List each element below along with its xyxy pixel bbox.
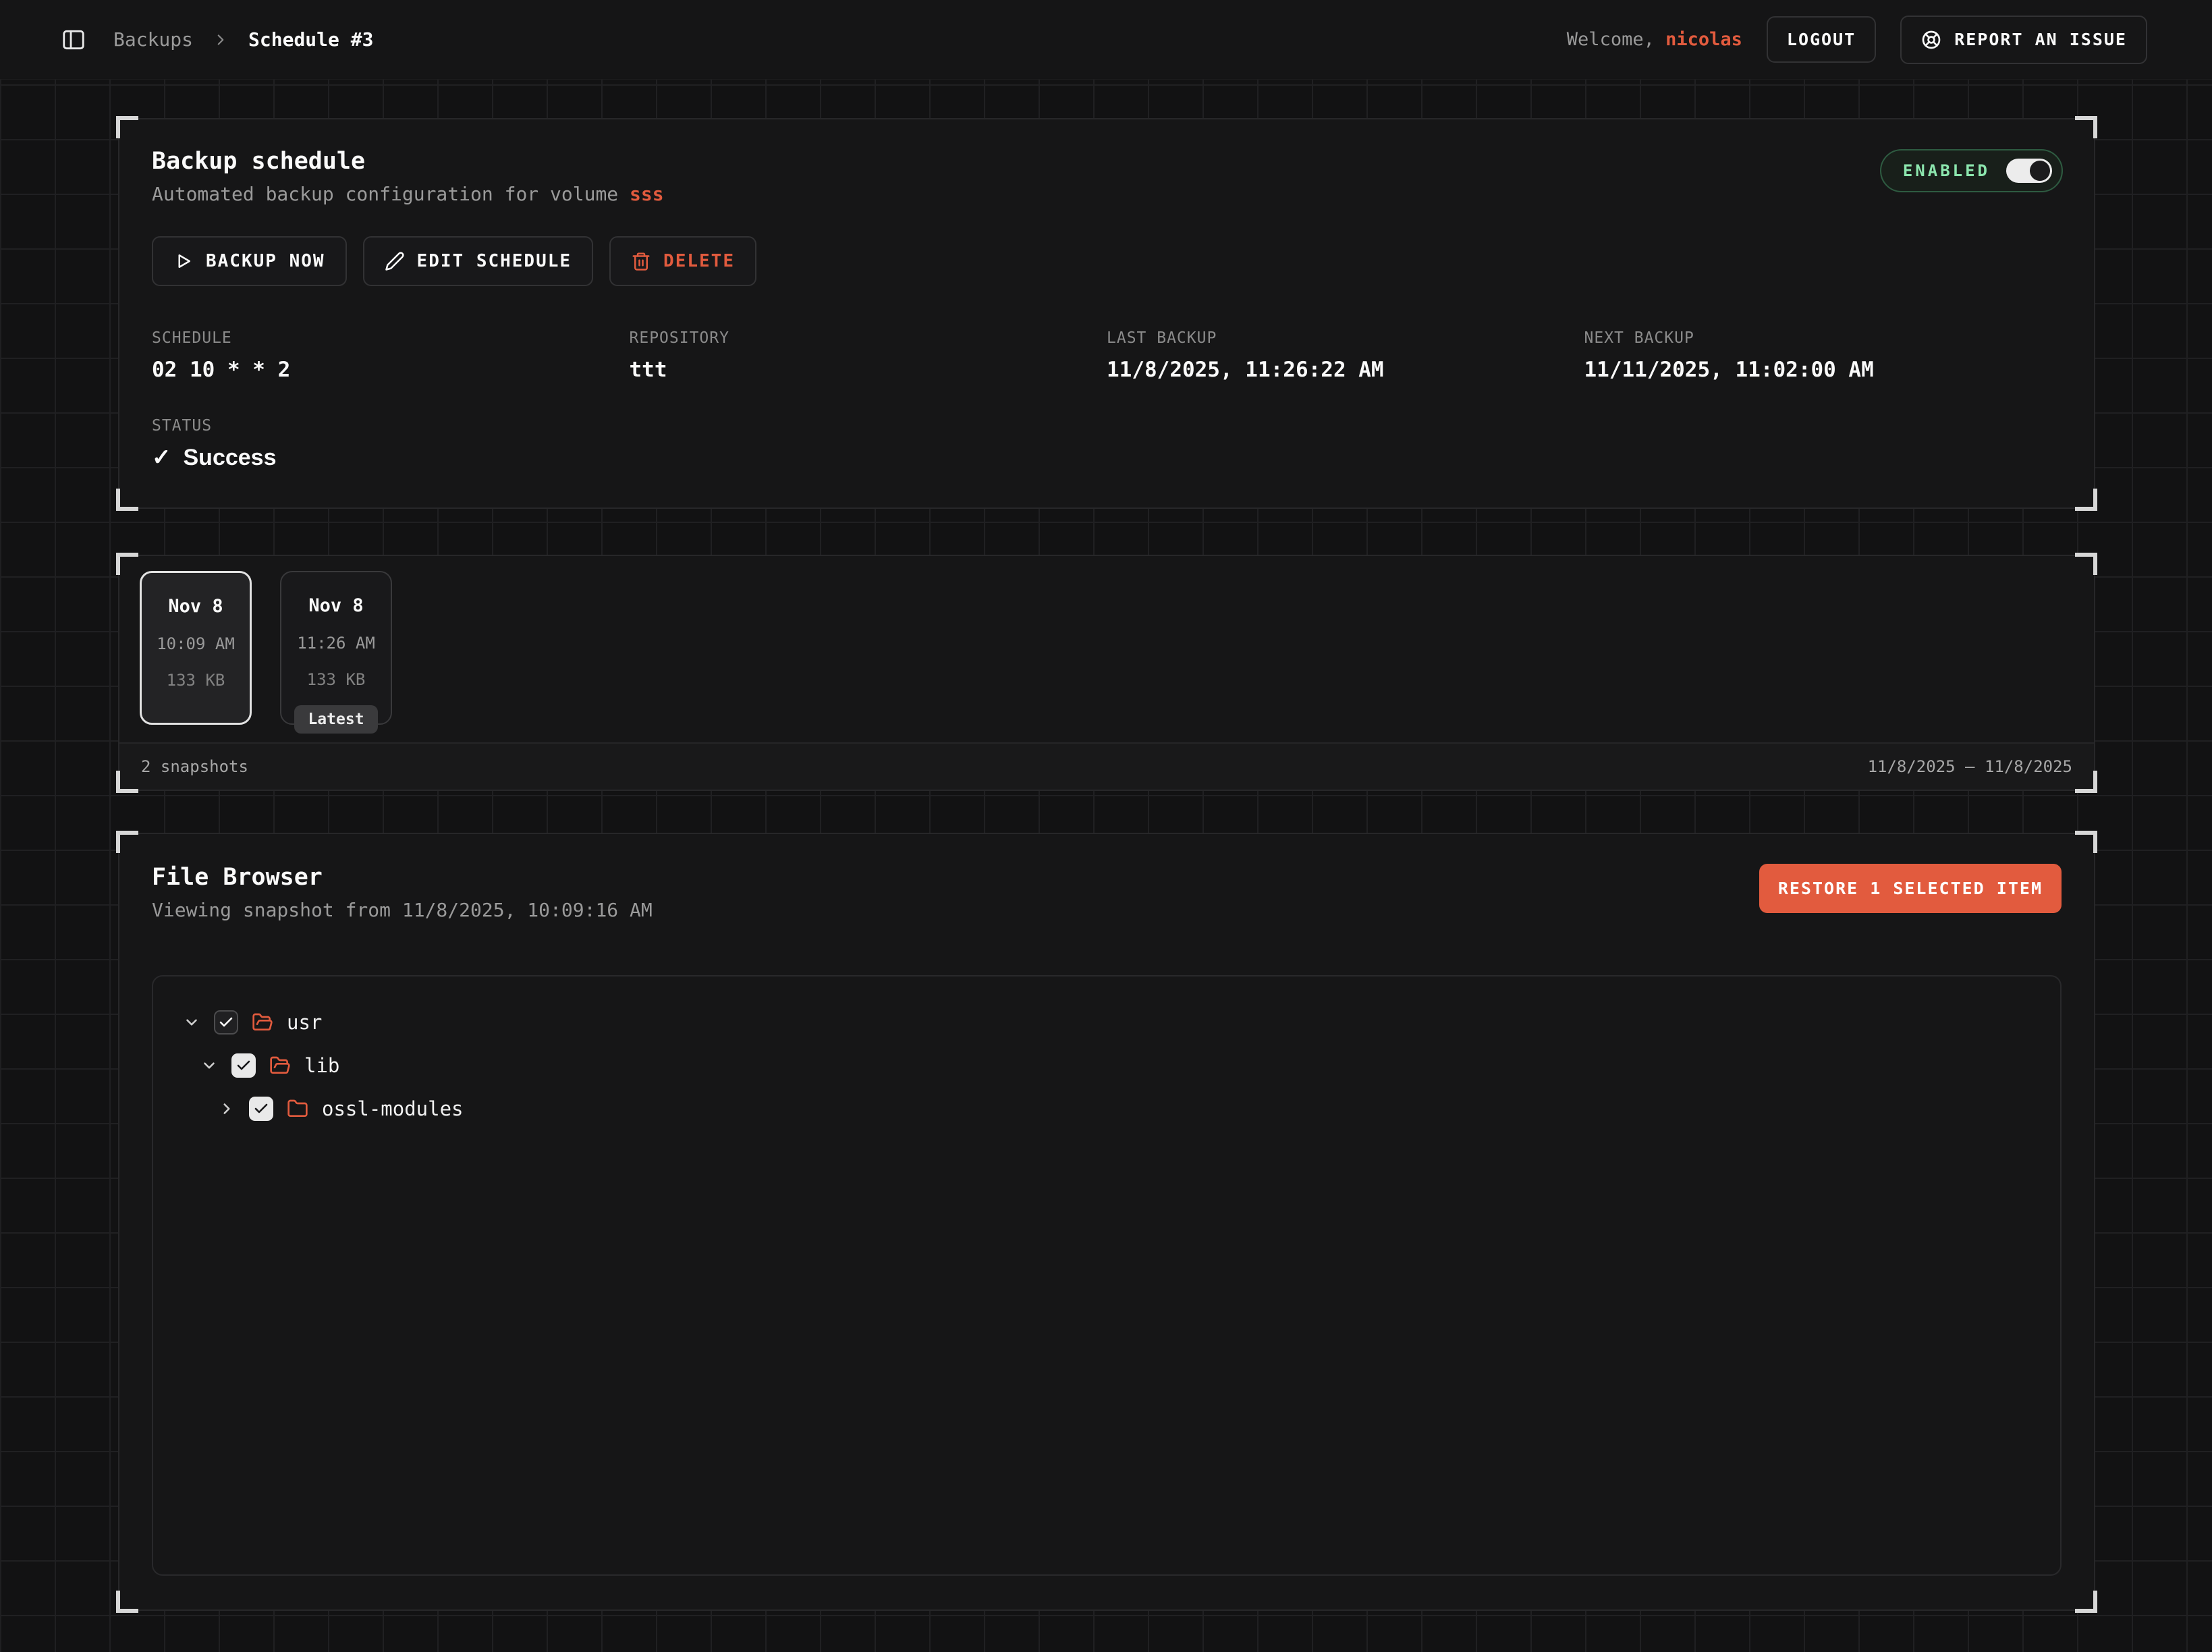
- folder-open-icon: [252, 1012, 273, 1033]
- corner-bracket: [116, 116, 138, 138]
- enabled-toggle[interactable]: ENABLED: [1880, 149, 2063, 192]
- field-value: 02 10 * * 2: [152, 358, 630, 382]
- welcome-prefix: Welcome,: [1567, 29, 1655, 50]
- volume-name: sss: [630, 183, 664, 205]
- snapshots-footer: 2 snapshots 11/8/2025 – 11/8/2025: [119, 742, 2094, 790]
- chevron-down-icon[interactable]: [183, 1014, 200, 1031]
- corner-bracket: [2075, 1591, 2097, 1613]
- tree-row-ossl-modules[interactable]: ossl-modules: [153, 1087, 2060, 1130]
- play-icon: [173, 251, 194, 271]
- backup-now-label: BACKUP NOW: [206, 251, 325, 271]
- file-browser-subtitle: Viewing snapshot from 11/8/2025, 10:09:1…: [152, 899, 653, 921]
- corner-bracket: [2075, 831, 2097, 853]
- field-label: REPOSITORY: [630, 329, 1107, 347]
- snapshot-time: 11:26 AM: [297, 634, 375, 653]
- corner-bracket: [2075, 116, 2097, 138]
- checkbox[interactable]: [214, 1010, 238, 1035]
- snapshot-size: 133 KB: [167, 671, 225, 690]
- snapshot-date: Nov 8: [308, 595, 363, 616]
- file-tree: usr lib: [152, 975, 2062, 1576]
- status-label: STATUS: [152, 417, 2062, 435]
- field-repository: REPOSITORY ttt: [630, 329, 1107, 382]
- schedule-panel-title: Backup schedule: [152, 148, 2062, 175]
- top-bar: Backups Schedule #3 Welcome, nicolas LOG…: [0, 0, 2212, 80]
- folder-icon: [287, 1098, 308, 1120]
- corner-bracket: [116, 1591, 138, 1613]
- logout-button[interactable]: LOGOUT: [1767, 16, 1876, 63]
- tree-row-usr[interactable]: usr: [153, 1001, 2060, 1044]
- corner-bracket: [116, 489, 138, 511]
- field-value: ttt: [630, 358, 1107, 382]
- tree-row-lib[interactable]: lib: [153, 1044, 2060, 1087]
- report-issue-button[interactable]: REPORT AN ISSUE: [1900, 16, 2147, 64]
- schedule-fields: SCHEDULE 02 10 * * 2 REPOSITORY ttt LAST…: [152, 329, 2062, 382]
- delete-label: DELETE: [663, 251, 735, 271]
- snapshots-count: 2 snapshots: [141, 757, 248, 776]
- file-browser-header: File Browser Viewing snapshot from 11/8/…: [152, 864, 2062, 921]
- snapshot-date: Nov 8: [168, 596, 223, 617]
- delete-button[interactable]: DELETE: [609, 236, 756, 286]
- toggle-switch[interactable]: [2006, 159, 2052, 183]
- tree-item-label: usr: [287, 1011, 322, 1034]
- chevron-right-icon[interactable]: [218, 1100, 236, 1118]
- breadcrumb: Backups Schedule #3: [113, 28, 373, 51]
- report-issue-label: REPORT AN ISSUE: [1954, 30, 2127, 49]
- breadcrumb-separator-icon: [212, 31, 229, 49]
- sidebar-toggle-button[interactable]: [61, 27, 86, 53]
- logout-label: LOGOUT: [1787, 30, 1856, 49]
- snapshots-panel: Nov 8 10:09 AM 133 KB Nov 8 11:26 AM 133…: [118, 555, 2095, 791]
- snapshot-card[interactable]: Nov 8 10:09 AM 133 KB: [140, 571, 252, 725]
- checkbox[interactable]: [231, 1053, 256, 1078]
- restore-button[interactable]: RESTORE 1 SELECTED ITEM: [1759, 864, 2062, 913]
- snapshots-date-range: 11/8/2025 – 11/8/2025: [1868, 757, 2072, 776]
- schedule-actions: BACKUP NOW EDIT SCHEDULE DELETE: [152, 236, 2062, 286]
- file-browser-panel: File Browser Viewing snapshot from 11/8/…: [118, 833, 2095, 1611]
- breadcrumb-page: Schedule #3: [248, 28, 373, 51]
- breadcrumb-section[interactable]: Backups: [113, 28, 193, 51]
- field-value: 11/8/2025, 11:26:22 AM: [1107, 358, 1584, 382]
- tree-item-label: ossl-modules: [322, 1097, 464, 1120]
- welcome-text: Welcome, nicolas: [1567, 29, 1742, 50]
- schedule-panel-subtitle: Automated backup configuration for volum…: [152, 183, 2062, 205]
- check-icon: ✓: [152, 444, 171, 471]
- field-schedule: SCHEDULE 02 10 * * 2: [152, 329, 630, 382]
- subtitle-prefix: Automated backup configuration for volum…: [152, 183, 630, 205]
- folder-open-icon: [269, 1055, 291, 1076]
- life-buoy-icon: [1920, 29, 1942, 51]
- status-text: Success: [184, 445, 277, 471]
- snapshot-size: 133 KB: [307, 670, 366, 689]
- panel-left-icon: [61, 27, 86, 53]
- file-browser-title: File Browser: [152, 864, 653, 891]
- snapshot-time: 10:09 AM: [157, 634, 235, 653]
- enabled-label: ENABLED: [1903, 161, 1990, 180]
- pencil-icon: [385, 251, 405, 271]
- backup-schedule-panel: Backup schedule Automated backup configu…: [118, 118, 2095, 509]
- snapshot-card[interactable]: Nov 8 11:26 AM 133 KB Latest: [280, 571, 392, 725]
- edit-schedule-label: EDIT SCHEDULE: [417, 251, 572, 271]
- chevron-down-icon[interactable]: [200, 1057, 218, 1074]
- field-last-backup: LAST BACKUP 11/8/2025, 11:26:22 AM: [1107, 329, 1584, 382]
- field-label: NEXT BACKUP: [1584, 329, 2062, 347]
- edit-schedule-button[interactable]: EDIT SCHEDULE: [363, 236, 594, 286]
- trash-icon: [631, 251, 651, 271]
- status-block: STATUS ✓ Success: [152, 417, 2062, 471]
- field-label: LAST BACKUP: [1107, 329, 1584, 347]
- status-value: ✓ Success: [152, 444, 2062, 471]
- field-value: 11/11/2025, 11:02:00 AM: [1584, 358, 2062, 382]
- checkbox[interactable]: [249, 1097, 273, 1121]
- field-next-backup: NEXT BACKUP 11/11/2025, 11:02:00 AM: [1584, 329, 2062, 382]
- backup-now-button[interactable]: BACKUP NOW: [152, 236, 347, 286]
- corner-bracket: [2075, 489, 2097, 511]
- field-label: SCHEDULE: [152, 329, 630, 347]
- toggle-knob: [2030, 161, 2050, 181]
- corner-bracket: [116, 831, 138, 853]
- username: nicolas: [1665, 29, 1742, 50]
- snapshot-cards: Nov 8 10:09 AM 133 KB Nov 8 11:26 AM 133…: [119, 556, 2094, 742]
- latest-badge: Latest: [294, 705, 377, 734]
- tree-item-label: lib: [304, 1054, 339, 1077]
